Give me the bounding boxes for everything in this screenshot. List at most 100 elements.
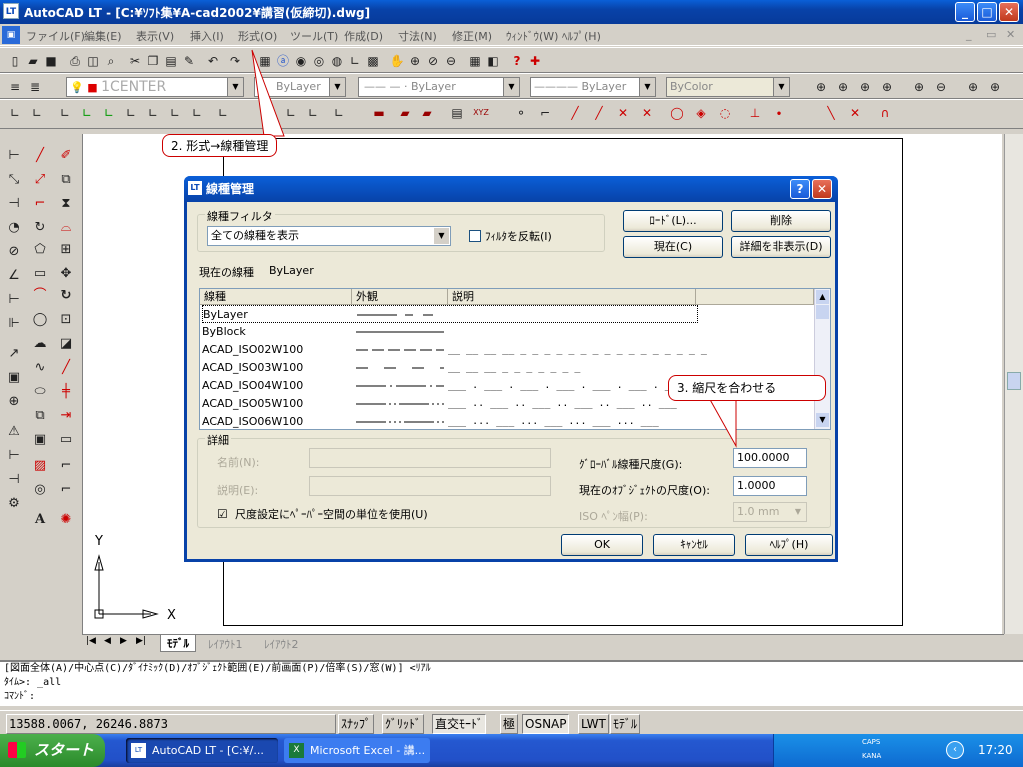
- description-field[interactable]: [309, 476, 551, 496]
- list-item[interactable]: ByBlock: [202, 323, 812, 341]
- fillet-icon[interactable]: ⌐: [56, 480, 76, 500]
- menu-dimension[interactable]: 寸法(N): [398, 28, 437, 44]
- publish-icon[interactable]: ◎: [310, 52, 328, 70]
- list-item[interactable]: ACAD_ISO02W100 __ __ __ __ _ _ _ _ _ _ _…: [202, 341, 812, 359]
- scroll-up-icon[interactable]: ▲: [816, 290, 829, 304]
- mdi-close-icon[interactable]: ✕: [1006, 28, 1015, 41]
- dim-quick-icon[interactable]: ⊢: [4, 290, 24, 310]
- stretch-icon[interactable]: ◪: [56, 334, 76, 354]
- text-icon[interactable]: A: [30, 510, 50, 530]
- dim-edit-icon[interactable]: ⚠: [4, 422, 24, 442]
- snap-toggle[interactable]: ｽﾅｯﾌﾟ: [338, 714, 375, 734]
- dim-table-icon[interactable]: ▤: [448, 104, 466, 122]
- dim-text-edit-icon[interactable]: ⊢: [4, 446, 24, 466]
- tab-layout1[interactable]: ﾚｲｱｳﾄ1: [208, 636, 243, 652]
- scroll-thumb[interactable]: [816, 305, 829, 319]
- osnap-intersection-icon[interactable]: ✕: [614, 104, 632, 122]
- close-button[interactable]: ✕: [999, 2, 1019, 22]
- cut-icon[interactable]: ✂: [126, 52, 144, 70]
- lwt-toggle[interactable]: LWT: [578, 714, 609, 734]
- delete-button[interactable]: 削除: [731, 210, 831, 232]
- osnap-midpoint-icon[interactable]: ╱: [590, 104, 608, 122]
- assist-icon[interactable]: ✚: [526, 52, 544, 70]
- menu-file[interactable]: ファイル(F): [26, 28, 85, 44]
- insert-block-icon[interactable]: ⧉: [30, 406, 50, 426]
- revcloud-icon[interactable]: ☁: [30, 334, 50, 354]
- dim-aligned-icon[interactable]: ▰: [396, 104, 414, 122]
- polyline-icon[interactable]: ⌐: [30, 194, 50, 214]
- current-button[interactable]: 現在(C): [623, 236, 723, 258]
- menu-window[interactable]: ｳｨﾝﾄﾞｳ(W): [506, 28, 558, 44]
- zoom-in-icon[interactable]: ⊕: [910, 78, 928, 96]
- mdi-minimize-icon[interactable]: _: [966, 28, 972, 41]
- menu-view[interactable]: 表示(V): [136, 28, 174, 44]
- osnap-apparent-icon[interactable]: ✕: [638, 104, 656, 122]
- menu-help[interactable]: ﾍﾙﾌﾟ(H): [562, 28, 601, 44]
- name-field[interactable]: [309, 448, 551, 468]
- layers-icon[interactable]: ≡: [6, 78, 24, 96]
- app-icon[interactable]: LT: [3, 3, 19, 19]
- global-scale-input[interactable]: 100.0000: [733, 448, 807, 468]
- dim-xyz-icon[interactable]: XYZ: [472, 104, 490, 122]
- ucs-prev-icon[interactable]: ∟: [28, 104, 46, 122]
- ucs-face-icon[interactable]: ∟: [100, 104, 118, 122]
- ucs-view-icon[interactable]: ∟: [122, 104, 140, 122]
- dim-linear-icon[interactable]: ▬: [370, 104, 388, 122]
- ucs-icon[interactable]: ∟: [346, 52, 364, 70]
- break-icon[interactable]: ▭: [56, 430, 76, 450]
- ok-button[interactable]: OK: [561, 534, 643, 556]
- polygon-icon[interactable]: ⬠: [30, 240, 50, 260]
- dialog-close-icon[interactable]: ✕: [812, 179, 832, 199]
- explode-icon[interactable]: ✺: [56, 510, 76, 530]
- ucs-object-icon[interactable]: ∟: [78, 104, 96, 122]
- zoom-realtime-icon[interactable]: ⊕: [406, 52, 424, 70]
- open-icon[interactable]: ▰: [24, 52, 42, 70]
- minimize-button[interactable]: _: [955, 2, 975, 22]
- dim-baseline-icon[interactable]: ⊩: [4, 314, 24, 334]
- menu-format[interactable]: 形式(O): [238, 28, 277, 44]
- extend-icon[interactable]: ⇥: [56, 406, 76, 426]
- rotate2-icon[interactable]: ↻: [56, 286, 76, 306]
- zoom-dynamic-icon[interactable]: ⊕: [834, 78, 852, 96]
- zoom-window-icon[interactable]: ⊘: [424, 52, 442, 70]
- tab-layout2[interactable]: ﾚｲｱｳﾄ2: [264, 636, 299, 652]
- osnap-endpoint-icon[interactable]: ╱: [566, 104, 584, 122]
- paper-space-checkbox[interactable]: ☑: [217, 508, 228, 520]
- command-window[interactable]: [図面全体(A)/中心点(C)/ﾀﾞｲﾅﾐｯｸ(D)/ｵﾌﾞｼﾞｪｸﾄ範囲(E)…: [0, 660, 1023, 706]
- ucs-origin-icon[interactable]: ∟: [56, 104, 74, 122]
- tab-nav-last-icon[interactable]: ▶|: [136, 636, 146, 646]
- tolerance-icon[interactable]: ▣: [4, 368, 24, 388]
- save-icon[interactable]: ■: [42, 52, 60, 70]
- menu-insert[interactable]: 挿入(I): [190, 28, 224, 44]
- web-icon[interactable]: ◍: [328, 52, 346, 70]
- calculator-icon[interactable]: ▦: [466, 52, 484, 70]
- osnap-tangent-icon[interactable]: ◌: [716, 104, 734, 122]
- load-button[interactable]: ﾛｰﾄﾞ(L)...: [623, 210, 723, 232]
- tray-expand-icon[interactable]: ‹: [946, 741, 964, 759]
- tab-nav-first-icon[interactable]: |◀: [86, 636, 96, 646]
- spline-icon[interactable]: ∿: [30, 358, 50, 378]
- menu-draw[interactable]: 作成(D): [344, 28, 383, 44]
- layer-previous-icon[interactable]: ≣: [26, 78, 44, 96]
- zoom-extents-icon[interactable]: ⊕: [986, 78, 1004, 96]
- scale-icon[interactable]: ⊡: [56, 310, 76, 330]
- filter-select[interactable]: 全ての線種を表示 ▼: [207, 226, 451, 246]
- hide-details-button[interactable]: 詳細を非表示(D): [731, 236, 831, 258]
- tab-nav-next-icon[interactable]: ▶: [120, 636, 127, 646]
- erase-icon[interactable]: ✐: [56, 146, 76, 166]
- ortho-toggle[interactable]: 直交ﾓｰﾄﾞ: [432, 714, 487, 734]
- osnap-settings-icon[interactable]: ∩: [876, 104, 894, 122]
- chamfer-icon[interactable]: ⌐: [56, 456, 76, 476]
- rotate-icon[interactable]: ↻: [30, 218, 50, 238]
- dim-aligned-left-icon[interactable]: ⤡: [4, 170, 24, 190]
- dim-diameter-icon[interactable]: ⊘: [4, 242, 24, 262]
- help-button[interactable]: ﾍﾙﾌﾟ(H): [745, 534, 833, 556]
- make-block-icon[interactable]: ▣: [30, 430, 50, 450]
- col-header-linetype[interactable]: 線種: [200, 289, 352, 305]
- osnap-perp-icon[interactable]: ⊥: [746, 104, 764, 122]
- dim-radius-left-icon[interactable]: ◔: [4, 218, 24, 238]
- plotstyle-dropdown[interactable]: ByColor ▼: [666, 77, 790, 97]
- circle-icon[interactable]: ◯: [30, 310, 50, 330]
- ucs-preset-icon[interactable]: ∟: [304, 104, 322, 122]
- arc-icon[interactable]: ⌒: [30, 286, 50, 306]
